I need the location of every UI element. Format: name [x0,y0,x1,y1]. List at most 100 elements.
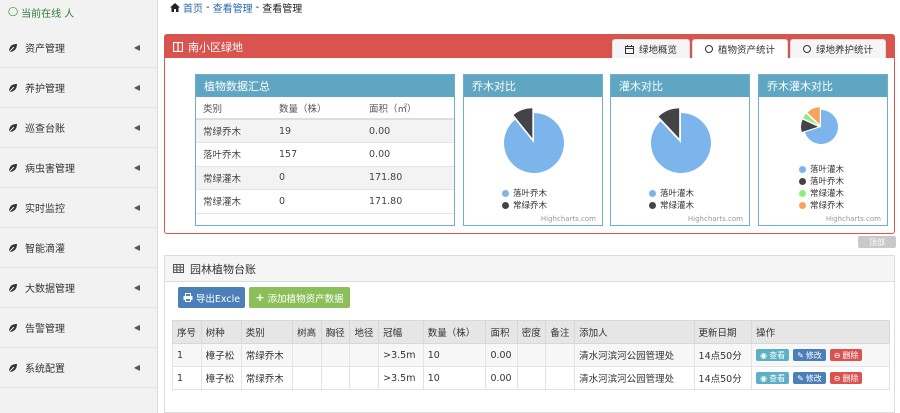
ledger-header: 添加人 [574,320,695,344]
back-to-top-label: 顶部 [869,237,885,247]
leaf-icon [8,243,17,252]
delete-button[interactable]: ⊖ 删除 [829,349,863,361]
legend-item[interactable]: 常绿灌木 [649,199,694,211]
ledger-header: 冠幅 [378,320,424,344]
export-excel-label: 导出Excle [195,293,241,305]
sidebar-item-label: 实时监控 [25,204,65,215]
sidebar-item[interactable]: 告警管理 ◀ [0,308,157,348]
leaf-icon [8,83,17,92]
legend-label: 落叶乔木 [810,177,845,187]
summary-header: 面积（㎡） [362,97,454,120]
sidebar-item[interactable]: 系统配置 ◀ [0,348,157,388]
pie-chart [504,108,565,173]
ledger-cell: 常绿乔木 [240,343,294,367]
ledger-cell: 14点50分 [693,343,753,367]
edit-label: 修改 [805,350,822,360]
leaf-icon [8,43,17,52]
sidebar-item-label: 病虫害管理 [25,164,75,175]
legend-swatch [649,189,656,197]
pie-chart [650,108,711,173]
add-plant-asset-button[interactable]: + 添加植物资产数据 [249,287,350,308]
legend-item[interactable]: 落叶灌木 [649,187,694,199]
plant-ledger-table: 序号 树种 类别 树高 胸径 地径 冠幅 数量（株） 面积 密度 备注 添加人 更新日期 操作 1 樟子松常… [172,320,890,390]
plant-ledger-header: 园林植物台账 [165,256,894,282]
leaf-icon [8,283,17,292]
ledger-cell [320,343,351,367]
ledger-cell: 0.00 [485,343,518,367]
breadcrumb-home[interactable]: 首页 [183,0,203,15]
breadcrumb-level1[interactable]: 查看管理 [213,0,253,15]
ledger-cell [516,366,547,390]
edit-icon: ✎ [797,350,804,360]
sidebar-item[interactable]: 智能滴灌 ◀ [0,228,157,268]
summary-cell: 171.80 [362,166,454,190]
tab-overview[interactable]: 绿地概览 [611,39,690,58]
ledger-cell [545,343,576,367]
pie-slice[interactable] [504,113,565,173]
tab-plant-assets[interactable]: 植物资产统计 [691,39,788,58]
view-label: 查看 [769,373,786,383]
ledger-header: 树种 [200,320,242,344]
legend-item[interactable]: 落叶灌木 [799,163,844,175]
sidebar-item[interactable]: 养护管理 ◀ [0,68,157,108]
table-row: 1 樟子松 常绿乔木 >3.5m 10 0.00 清水河滨河公园管理处 14点50分 ◉ 查看 ✎ 修… [172,366,890,390]
sidebar-item[interactable]: 病虫害管理 ◀ [0,148,157,188]
plant-summary-table: 类别 数量（株） 面积（㎡） 常绿乔木 19 0.00 落叶乔木 157 0.00 常绿灌木… [196,97,454,214]
ledger-cell [545,366,576,390]
summary-cell: 落叶乔木 [196,142,272,167]
view-button[interactable]: ◉ 查看 [756,349,790,361]
summary-row: 常绿灌木 0 171.80 [196,166,454,190]
ledger-cell: >3.5m [378,366,424,390]
leaf-icon [8,203,17,212]
summary-header: 类别 [196,97,272,120]
legend-swatch [649,201,656,209]
ledger-cell: 清水河滨河公园管理处 [574,343,695,367]
circle-icon [704,45,713,53]
pie-chart [801,107,838,144]
chevron-left-icon: ◀ [133,243,141,252]
summary-cell: 19 [272,119,362,143]
summary-row: 常绿灌木 0 171.80 [196,189,454,214]
calendar-icon [624,44,634,54]
legend-item[interactable]: 常绿乔木 [502,199,547,211]
plant-ledger-title: 园林植物台账 [190,262,256,276]
legend-item[interactable]: 落叶乔木 [799,175,844,187]
legend-item[interactable]: 常绿乔木 [799,199,844,211]
sidebar-item[interactable]: 巡查台账 ◀ [0,108,157,148]
edit-button[interactable]: ✎ 修改 [793,372,826,384]
pie-slice[interactable] [650,113,711,173]
circle-icon [802,45,811,53]
tab-maintenance[interactable]: 绿地养护统计 [789,39,886,58]
leaf-icon [8,123,17,132]
legend-item[interactable]: 落叶乔木 [502,187,547,199]
columns-icon [173,41,183,52]
sidebar-item[interactable]: 实时监控 ◀ [0,188,157,228]
view-button[interactable]: ◉ 查看 [756,372,790,384]
tab-plant-assets-label: 植物资产统计 [717,45,775,56]
ledger-cell: 14点50分 [693,366,753,390]
sidebar-item[interactable]: 资产管理 ◀ [0,28,157,68]
summary-row: 落叶乔木 157 0.00 [196,142,454,167]
print-icon [183,293,193,302]
chart-title: 乔木灌木对比 [759,75,887,97]
back-to-top-button[interactable]: 顶部 [858,236,896,248]
plant-summary-card: 植物数据汇总 类别 数量（株） 面积（㎡） 常绿乔木 19 0.00 落叶乔木 157 0… [195,74,455,226]
leaf-icon [8,363,17,372]
summary-cell: 常绿灌木 [196,189,272,214]
eye-icon: ◉ [760,373,768,383]
edit-button[interactable]: ✎ 修改 [793,349,826,361]
delete-button[interactable]: ⊖ 删除 [829,372,863,384]
legend-swatch [502,189,509,197]
legend-swatch [799,201,806,209]
ledger-cell [320,366,351,390]
legend-item[interactable]: 常绿灌木 [799,187,844,199]
sidebar-item[interactable]: 大数据管理 ◀ [0,268,157,308]
breadcrumb: 首页 - 查看管理 - 查看管理 [170,0,302,15]
export-excel-button[interactable]: 导出Excle [178,287,245,308]
ledger-cell [349,366,380,390]
ledger-header: 面积 [485,320,518,344]
greenspace-panel: 南小区绿地 绿地概览 植物资产统计 绿地养护统计 植物数据汇总 类别 数量（株）… [164,34,895,234]
ledger-cell: 10 [422,343,487,367]
chevron-left-icon: ◀ [133,203,141,212]
ledger-cell: 10 [422,366,487,390]
